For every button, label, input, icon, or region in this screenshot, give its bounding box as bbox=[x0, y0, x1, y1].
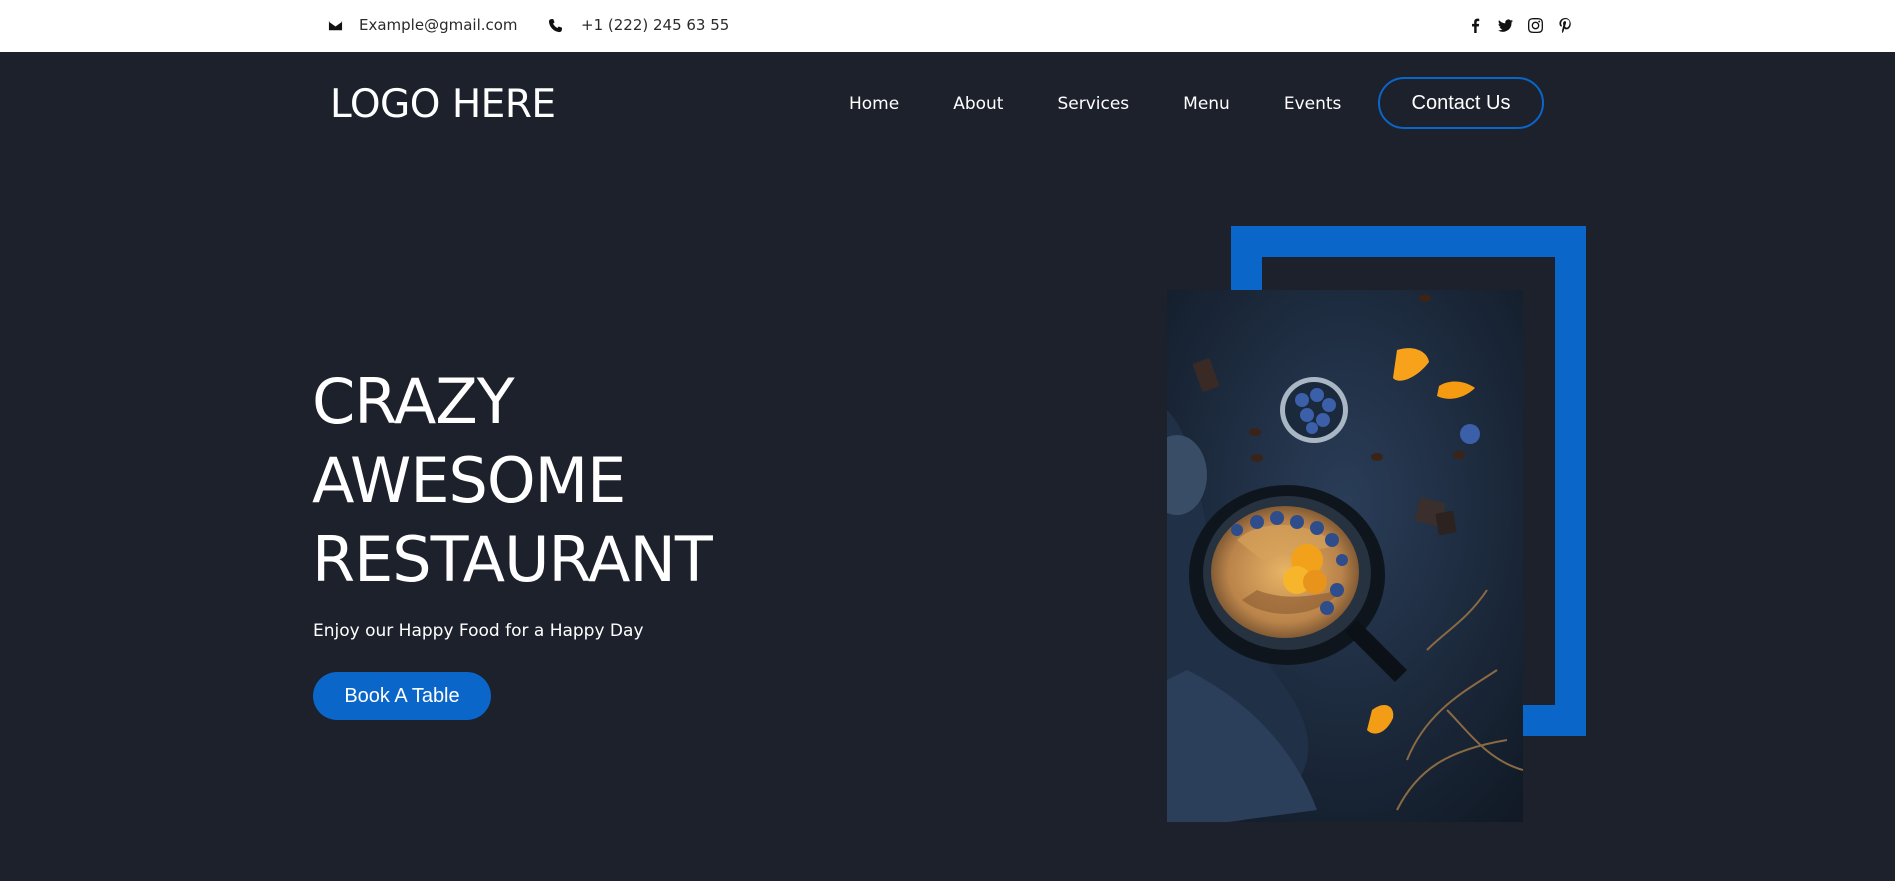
nav-menu[interactable]: Menu bbox=[1183, 94, 1230, 114]
hero-title-line: CRAZY bbox=[312, 365, 515, 438]
main-nav: Home About Services Menu Events bbox=[849, 94, 1341, 114]
instagram-icon[interactable] bbox=[1527, 17, 1543, 33]
book-table-button[interactable]: Book A Table bbox=[313, 672, 491, 720]
phone-text: +1 (222) 245 63 55 bbox=[581, 16, 730, 34]
phone-icon bbox=[548, 18, 563, 32]
email-contact[interactable]: Example@gmail.com bbox=[328, 16, 518, 34]
phone-contact[interactable]: +1 (222) 245 63 55 bbox=[548, 16, 729, 34]
food-photo bbox=[1167, 290, 1523, 822]
nav-services[interactable]: Services bbox=[1057, 94, 1129, 114]
social-links bbox=[1467, 17, 1573, 33]
logo[interactable]: LOGO HERE bbox=[330, 82, 556, 127]
email-text: Example@gmail.com bbox=[359, 16, 518, 34]
facebook-icon[interactable] bbox=[1467, 17, 1483, 33]
nav-events[interactable]: Events bbox=[1284, 94, 1342, 114]
hero-title-line: AWESOME bbox=[312, 444, 626, 517]
contact-us-button[interactable]: Contact Us bbox=[1378, 77, 1544, 129]
site-header: LOGO HERE Home About Services Menu Event… bbox=[0, 52, 1895, 154]
twitter-icon[interactable] bbox=[1497, 17, 1513, 33]
nav-home[interactable]: Home bbox=[849, 94, 899, 114]
top-bar: Example@gmail.com +1 (222) 245 63 55 bbox=[0, 0, 1895, 52]
pinterest-icon[interactable] bbox=[1557, 17, 1573, 33]
hero-subtitle: Enjoy our Happy Food for a Happy Day bbox=[313, 621, 644, 641]
nav-about[interactable]: About bbox=[953, 94, 1003, 114]
hero-title-line: RESTAURANT bbox=[312, 523, 713, 596]
hero-title: CRAZY AWESOME RESTAURANT bbox=[312, 362, 713, 599]
envelope-icon bbox=[328, 20, 343, 30]
